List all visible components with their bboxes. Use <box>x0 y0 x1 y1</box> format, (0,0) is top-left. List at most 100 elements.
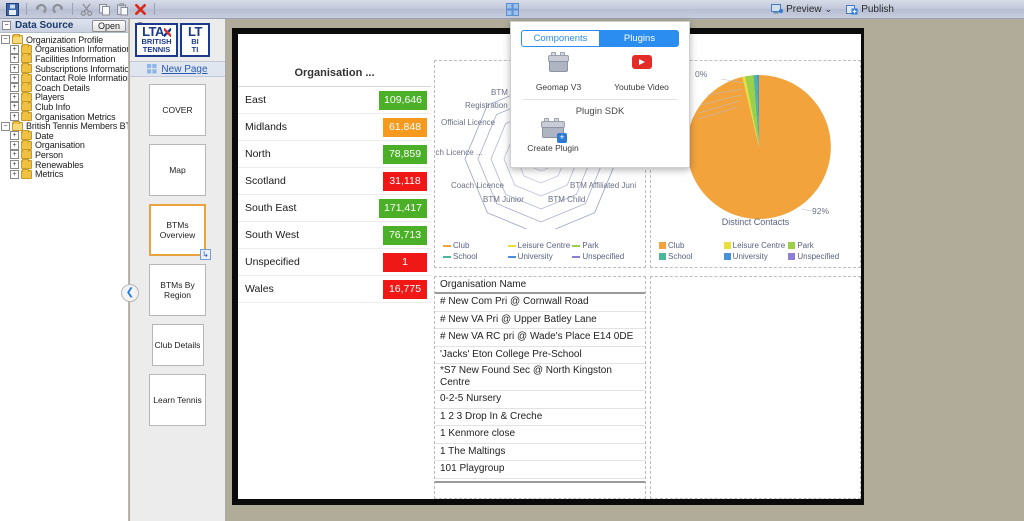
tree-node[interactable]: + Contact Role Information <box>0 72 128 83</box>
table-row[interactable]: East 109,646 <box>238 87 431 114</box>
table-row[interactable]: North 78,859 <box>238 141 431 168</box>
expand-icon[interactable]: + <box>10 73 19 83</box>
expand-icon[interactable]: + <box>10 150 19 160</box>
component-picker-popup[interactable]: Components Plugins Geomap V3 Youtube Vid… <box>510 21 690 168</box>
brick-icon <box>517 52 600 81</box>
save-icon[interactable] <box>5 2 20 17</box>
tree-node[interactable]: + Person <box>0 149 128 160</box>
tree-node[interactable]: + Renewables <box>0 159 128 170</box>
collapse-icon[interactable]: − <box>1 121 10 131</box>
table-row[interactable]: South East 171,417 <box>238 195 431 222</box>
cut-icon[interactable] <box>79 2 94 17</box>
table-row[interactable]: Unspecified 1 <box>238 249 431 276</box>
legend-item: Leisure Centre <box>723 240 789 251</box>
open-button[interactable]: Open <box>92 20 126 32</box>
legend-label: Park <box>582 241 599 250</box>
new-page-link[interactable]: New Page <box>161 64 207 75</box>
tree-node[interactable]: + Date <box>0 130 128 141</box>
create-plugin-button[interactable]: + Create Plugin <box>511 117 581 153</box>
page-thumbnail-label: BTMs Overview <box>159 220 196 240</box>
empty-widget-slot[interactable] <box>650 276 861 499</box>
expand-icon[interactable]: + <box>10 131 19 141</box>
tree-node-label: Renewables <box>35 159 84 170</box>
tree-node[interactable]: + Coach Details <box>0 82 128 93</box>
region-name: North <box>245 148 271 160</box>
tree-node-label: Organization Profile <box>26 34 104 45</box>
plugin-youtube-video[interactable]: Youtube Video <box>600 55 683 92</box>
collapse-icon[interactable]: − <box>1 35 10 45</box>
list-item[interactable]: 1 The Maltings <box>435 444 645 461</box>
radar-axis-label: ach Licence ... <box>435 148 483 157</box>
list-item[interactable]: 0-2-5 Nursery <box>435 391 645 409</box>
tree-node[interactable]: + Organisation Information <box>0 43 128 54</box>
expand-icon[interactable]: + <box>10 140 19 150</box>
paste-icon[interactable] <box>115 2 130 17</box>
tree-node[interactable]: + Subscriptions Information <box>0 63 128 74</box>
tree-node[interactable]: + Organisation <box>0 139 128 150</box>
create-plugin-icon: + <box>525 118 581 143</box>
table-row[interactable]: Wales 16,775 <box>238 276 431 303</box>
add-component-button[interactable] <box>505 3 520 17</box>
table-row[interactable]: Scotland 31,118 <box>238 168 431 195</box>
pie-label-zero: 0% <box>695 69 708 79</box>
page-thumbnail[interactable]: Club Details <box>151 324 204 366</box>
tree-node[interactable]: + Facilities Information <box>0 53 128 64</box>
tab-plugins[interactable]: Plugins <box>600 30 679 47</box>
page-thumbnail[interactable]: Map <box>149 144 206 196</box>
list-item[interactable]: 'Jacks' Eton College Pre-School <box>435 347 645 364</box>
list-item[interactable]: # New VA Pri @ Upper Batley Lane <box>435 312 645 329</box>
region-value-badge: 78,859 <box>383 144 427 164</box>
region-value-badge: 171,417 <box>379 198 427 218</box>
legend-swatch <box>572 244 581 247</box>
expand-icon[interactable]: + <box>10 169 19 179</box>
expand-icon[interactable]: + <box>10 44 19 54</box>
expand-icon[interactable]: + <box>10 92 19 102</box>
list-item[interactable]: 1 2 3 Drop In & Creche <box>435 409 645 426</box>
publish-button[interactable]: Publish <box>846 4 894 15</box>
tree-node[interactable]: + Club Info <box>0 101 128 112</box>
organisation-list-widget[interactable]: Organisation Name # New Com Pri @ Cornwa… <box>434 276 646 499</box>
expand-icon[interactable]: + <box>10 54 19 64</box>
expand-icon[interactable]: + <box>10 102 19 112</box>
collapse-panel-handle[interactable]: ❮ <box>121 284 139 302</box>
table-row[interactable]: South West 76,713 <box>238 222 431 249</box>
list-item[interactable]: *S7 New Found Sec @ North Kingston Centr… <box>435 364 645 391</box>
tree-node[interactable]: − British Tennis Members BTMSH <box>0 120 128 131</box>
tab-components[interactable]: Components <box>521 30 600 47</box>
new-page-row[interactable]: New Page <box>130 61 225 77</box>
expand-icon[interactable]: + <box>10 64 19 74</box>
tree-node[interactable]: + Organisation Metrics <box>0 111 128 122</box>
list-item[interactable]: # New Com Pri @ Cornwall Road <box>435 294 645 312</box>
tree-node[interactable]: + Players <box>0 91 128 102</box>
main-toolbar: Preview ⌄ Publish <box>0 0 1024 19</box>
collapse-tree-icon[interactable]: − <box>2 21 11 30</box>
data-source-panel: − Data Source Open − Organization Profile… <box>0 19 129 521</box>
list-item[interactable]: # New VA RC pri @ Wade's Place E14 0DE <box>435 329 645 347</box>
table-row[interactable]: Midlands 61,848 <box>238 114 431 141</box>
page-thumbnail[interactable]: BTMs Overview ↳ <box>149 204 211 260</box>
copy-icon[interactable] <box>97 2 112 17</box>
undo-icon[interactable] <box>33 2 48 17</box>
preview-button[interactable]: Preview ⌄ <box>771 4 832 15</box>
redo-icon[interactable] <box>51 2 66 17</box>
list-item[interactable]: 1 Kenmore close <box>435 426 645 444</box>
region-value-badge: 31,118 <box>383 171 427 191</box>
goto-page-icon[interactable]: ↳ <box>200 249 211 260</box>
tree-node-label: Facilities Information <box>35 53 116 64</box>
tree-node-label: Person <box>35 149 63 160</box>
page-thumbnail[interactable]: BTMs By Region <box>149 264 206 316</box>
expand-icon[interactable]: + <box>10 160 19 170</box>
tree-node[interactable]: − Organization Profile <box>0 34 128 45</box>
page-thumbnail[interactable]: Learn Tennis <box>149 374 206 426</box>
pie-label-main: 92% <box>812 206 829 216</box>
tree-node[interactable]: + Metrics <box>0 168 128 179</box>
list-item[interactable]: 101 Playgroup <box>435 461 645 479</box>
chevron-down-icon[interactable]: ⌄ <box>825 4 833 15</box>
page-thumbnail-list: COVER Map BTMs Overview ↳ BTMs By Region Club… <box>130 77 225 426</box>
page-thumbnail[interactable]: COVER <box>149 84 206 136</box>
region-table-widget[interactable]: Organisation ... East 109,646 Midlands 61,8… <box>238 60 431 499</box>
delete-icon[interactable] <box>133 2 148 17</box>
expand-icon[interactable]: + <box>10 83 19 93</box>
plugin-geomap-v3[interactable]: Geomap V3 <box>517 52 600 92</box>
expand-icon[interactable]: + <box>10 112 19 122</box>
